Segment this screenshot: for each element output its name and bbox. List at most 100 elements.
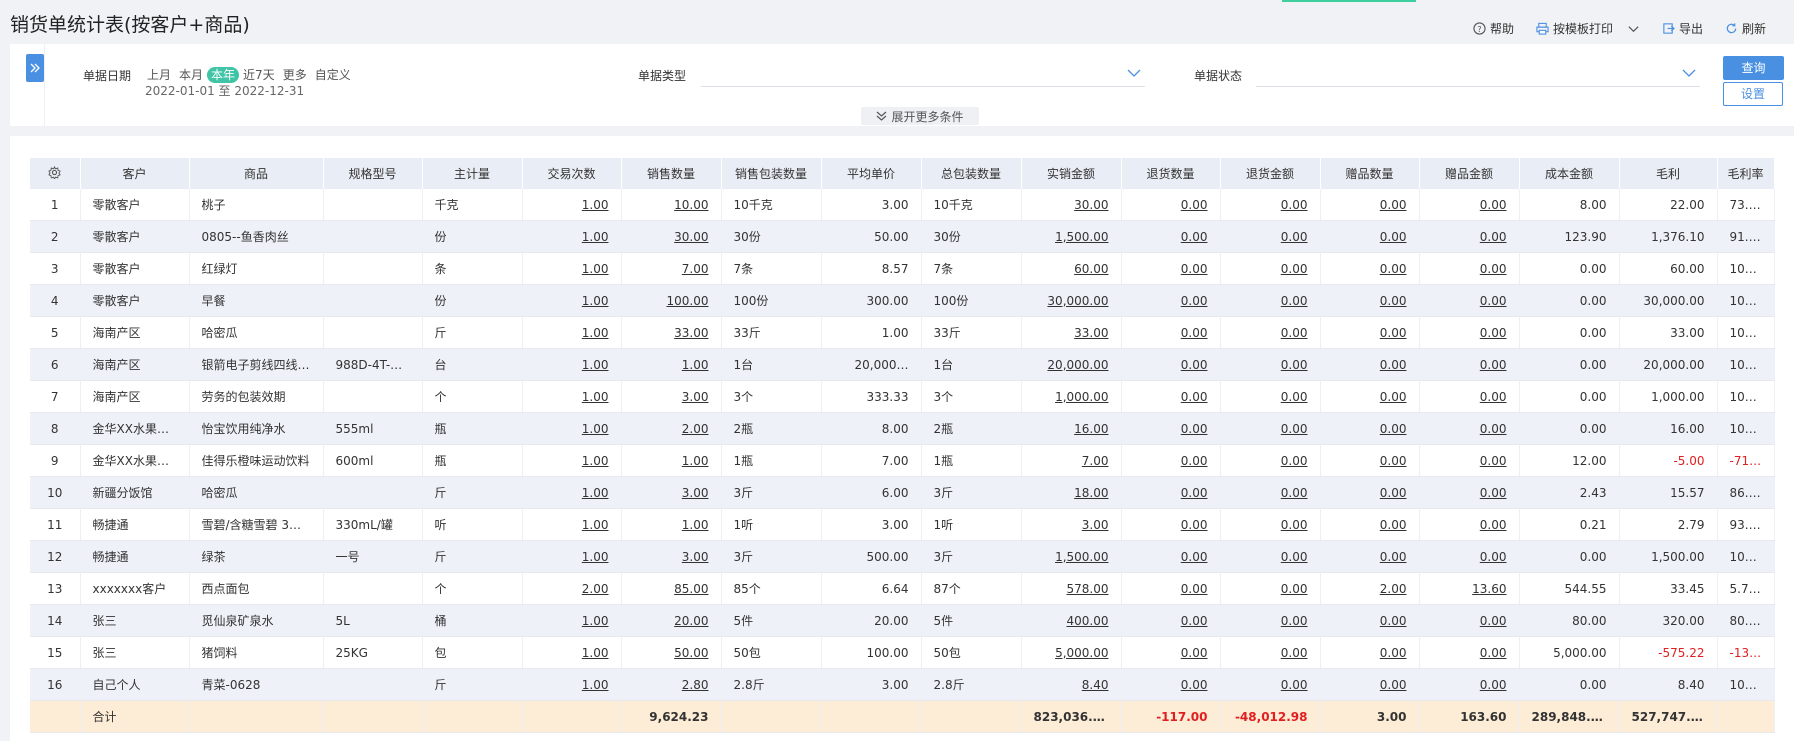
drilldown-link[interactable]: 1.00 (582, 230, 609, 244)
help-button[interactable]: ? 帮助 (1473, 20, 1514, 37)
drilldown-link[interactable]: 0.00 (1380, 614, 1407, 628)
drilldown-link[interactable]: 0.00 (1181, 198, 1208, 212)
expand-conditions-button[interactable]: 展开更多条件 (861, 107, 979, 125)
table-cell[interactable]: 1,500.00 (1021, 540, 1122, 573)
table-cell[interactable]: 1.00 (522, 189, 622, 221)
drilldown-link[interactable]: 1.00 (582, 294, 609, 308)
drilldown-link[interactable]: 0.00 (1181, 390, 1208, 404)
drilldown-link[interactable]: 0.00 (1480, 422, 1507, 436)
drilldown-link[interactable]: 60.00 (1074, 262, 1108, 276)
drilldown-link[interactable]: 0.00 (1480, 198, 1507, 212)
table-cell[interactable]: 0.00 (1220, 636, 1321, 669)
date-option-last-month[interactable]: 上月 (143, 67, 175, 83)
drilldown-link[interactable]: 1.00 (582, 262, 609, 276)
drilldown-link[interactable]: 1.00 (582, 614, 609, 628)
table-cell[interactable]: 18.00 (1021, 476, 1122, 509)
table-cell[interactable]: 0.00 (1121, 316, 1221, 349)
drilldown-link[interactable]: 100.00 (667, 294, 709, 308)
table-cell[interactable]: 1.00 (522, 220, 622, 253)
table-cell[interactable]: 0.00 (1419, 540, 1520, 573)
table-cell[interactable]: 0.00 (1121, 189, 1221, 221)
table-cell[interactable]: 13.60 (1419, 572, 1520, 605)
drilldown-link[interactable]: 0.00 (1380, 198, 1407, 212)
table-cell[interactable]: 0.00 (1220, 508, 1321, 541)
table-cell[interactable]: 0.00 (1121, 604, 1221, 637)
table-cell[interactable]: 578.00 (1021, 572, 1122, 605)
table-cell[interactable]: 7.00 (621, 252, 722, 285)
table-cell[interactable]: 1.00 (522, 284, 622, 317)
table-cell[interactable]: 0.00 (1320, 476, 1420, 509)
drilldown-link[interactable]: 0.00 (1480, 358, 1507, 372)
table-cell[interactable]: 0.00 (1419, 476, 1520, 509)
table-cell[interactable]: 1.00 (522, 348, 622, 381)
drilldown-link[interactable]: 1.00 (682, 518, 709, 532)
table-cell[interactable]: 0.00 (1121, 508, 1221, 541)
table-cell[interactable]: 0.00 (1320, 444, 1420, 477)
table-cell[interactable]: 20,000.00 (1021, 348, 1122, 381)
column-settings-header[interactable] (30, 158, 81, 189)
drilldown-link[interactable]: 0.00 (1281, 646, 1308, 660)
table-cell[interactable]: 0.00 (1419, 189, 1520, 221)
table-cell[interactable]: 1,500.00 (1021, 220, 1122, 253)
drilldown-link[interactable]: 0.00 (1181, 582, 1208, 596)
drilldown-link[interactable]: 0.00 (1380, 326, 1407, 340)
drilldown-link[interactable]: 400.00 (1067, 614, 1109, 628)
table-cell[interactable]: 1.00 (522, 444, 622, 477)
table-cell[interactable]: 0.00 (1320, 604, 1420, 637)
table-cell[interactable]: 2.80 (621, 668, 722, 701)
drilldown-link[interactable]: 0.00 (1281, 262, 1308, 276)
table-cell[interactable]: 20.00 (621, 604, 722, 637)
date-option-more[interactable]: 更多 (279, 67, 311, 83)
table-cell[interactable]: 3.00 (1021, 508, 1122, 541)
table-cell[interactable]: 0.00 (1220, 380, 1321, 413)
drilldown-link[interactable]: 0.00 (1380, 294, 1407, 308)
drilldown-link[interactable]: 0.00 (1281, 326, 1308, 340)
drilldown-link[interactable]: 1.00 (582, 678, 609, 692)
drilldown-link[interactable]: 1.00 (682, 454, 709, 468)
drilldown-link[interactable]: 0.00 (1281, 358, 1308, 372)
table-cell[interactable]: 0.00 (1419, 604, 1520, 637)
drilldown-link[interactable]: 0.00 (1480, 230, 1507, 244)
drilldown-link[interactable]: 0.00 (1281, 550, 1308, 564)
table-cell[interactable]: 0.00 (1419, 380, 1520, 413)
drilldown-link[interactable]: 1,500.00 (1055, 230, 1108, 244)
table-cell[interactable]: 1,000.00 (1021, 380, 1122, 413)
drilldown-link[interactable]: 1.00 (582, 422, 609, 436)
table-cell[interactable]: 0.00 (1121, 380, 1221, 413)
table-cell[interactable]: 3.00 (621, 380, 722, 413)
drilldown-link[interactable]: 0.00 (1380, 230, 1407, 244)
table-cell[interactable]: 0.00 (1320, 252, 1420, 285)
print-template-button[interactable]: 按模板打印 (1536, 20, 1640, 37)
drilldown-link[interactable]: 0.00 (1181, 486, 1208, 500)
table-cell[interactable]: 0.00 (1320, 380, 1420, 413)
drilldown-link[interactable]: 8.40 (1082, 678, 1109, 692)
drilldown-link[interactable]: 1.00 (682, 358, 709, 372)
drilldown-link[interactable]: 0.00 (1281, 294, 1308, 308)
table-cell[interactable]: 0.00 (1419, 636, 1520, 669)
drilldown-link[interactable]: 0.00 (1281, 422, 1308, 436)
table-cell[interactable]: 0.00 (1220, 220, 1321, 253)
drilldown-link[interactable]: 0.00 (1380, 486, 1407, 500)
date-option-this-year[interactable]: 本年 (207, 67, 240, 83)
drilldown-link[interactable]: 3.00 (682, 486, 709, 500)
table-cell[interactable]: 33.00 (1021, 316, 1122, 349)
table-cell[interactable]: 1.00 (621, 444, 722, 477)
table-cell[interactable]: 30.00 (621, 220, 722, 253)
table-cell[interactable]: 1.00 (522, 476, 622, 509)
table-cell[interactable]: 30,000.00 (1021, 284, 1122, 317)
drilldown-link[interactable]: 1,500.00 (1055, 550, 1108, 564)
drilldown-link[interactable]: 0.00 (1281, 390, 1308, 404)
table-cell[interactable]: 0.00 (1419, 508, 1520, 541)
drilldown-link[interactable]: 20.00 (674, 614, 708, 628)
drilldown-link[interactable]: 50.00 (674, 646, 708, 660)
table-cell[interactable]: 0.00 (1419, 412, 1520, 445)
drilldown-link[interactable]: 7.00 (1082, 454, 1109, 468)
drilldown-link[interactable]: 33.00 (1074, 326, 1108, 340)
drilldown-link[interactable]: 0.00 (1480, 614, 1507, 628)
table-cell[interactable]: 3.00 (621, 540, 722, 573)
drilldown-link[interactable]: 0.00 (1181, 262, 1208, 276)
settings-button[interactable]: 设置 (1723, 82, 1783, 106)
drilldown-link[interactable]: 0.00 (1281, 582, 1308, 596)
drilldown-link[interactable]: 1.00 (582, 198, 609, 212)
table-cell[interactable]: 0.00 (1121, 476, 1221, 509)
